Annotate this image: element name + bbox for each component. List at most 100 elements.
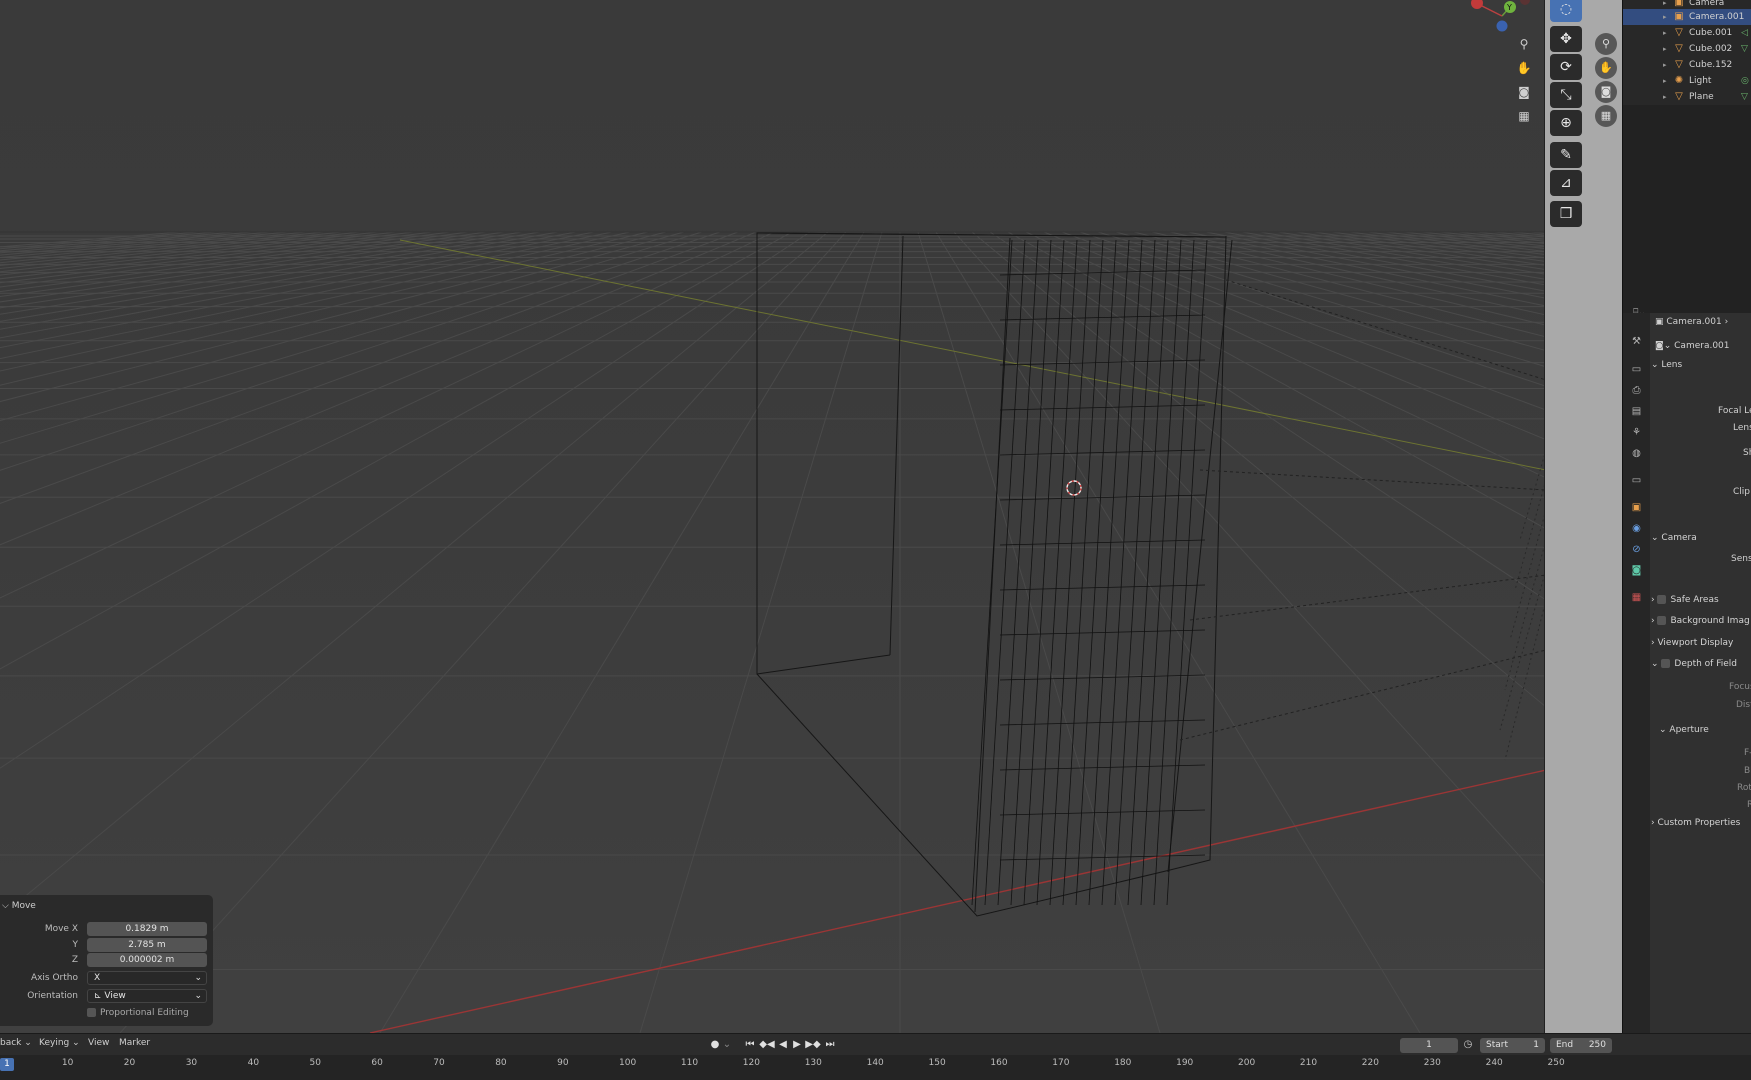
object-tab-icon[interactable]: ▣: [1628, 499, 1645, 516]
jump-start-icon[interactable]: ⏮: [743, 1038, 757, 1052]
chevron-down-icon[interactable]: ⌄: [722, 1038, 732, 1052]
record-icon[interactable]: ●: [708, 1038, 722, 1052]
transform-tool[interactable]: ⊕: [1550, 110, 1582, 136]
end-value: 250: [1588, 1040, 1606, 1050]
marker-menu[interactable]: Marker: [119, 1038, 150, 1048]
gizmo-z-axis[interactable]: [1496, 20, 1508, 32]
scene-tab-icon[interactable]: ⚘: [1628, 424, 1645, 441]
rotate-tool[interactable]: ⟳: [1550, 54, 1582, 80]
panel-camera[interactable]: ⌄ Camera: [1651, 528, 1751, 548]
perspective-grid-icon[interactable]: ▦: [1595, 105, 1617, 127]
frame-tick-label: 80: [495, 1058, 507, 1068]
panel-background-images-label: Background Imag: [1670, 616, 1750, 626]
view-layer-tab-icon[interactable]: ▤: [1628, 403, 1645, 420]
play-icon[interactable]: ▶: [791, 1038, 803, 1052]
move-z-field[interactable]: 0.000002 m: [87, 953, 207, 967]
playback-menu[interactable]: back ⌄: [0, 1038, 32, 1048]
collection-tab-icon[interactable]: ▭: [1628, 472, 1645, 489]
constraints-tab-icon[interactable]: ⊘: [1628, 541, 1645, 558]
expand-arrow-icon[interactable]: ▸: [1663, 41, 1667, 57]
current-frame-field[interactable]: 1: [1400, 1038, 1458, 1053]
stopwatch-icon[interactable]: ◷: [1461, 1038, 1475, 1052]
axis-ortho-label: Axis Ortho: [30, 973, 78, 983]
start-value: 1: [1533, 1040, 1539, 1050]
physics-tab-icon[interactable]: ◉: [1628, 520, 1645, 537]
move-x-field[interactable]: 0.1829 m: [87, 922, 207, 936]
move-tool[interactable]: ✥: [1550, 26, 1582, 52]
chevron-down-icon: ⌄: [1651, 659, 1662, 669]
play-reverse-icon[interactable]: ◀: [777, 1038, 789, 1052]
camera-view-icon[interactable]: ◙: [1513, 81, 1535, 103]
zoom-icon[interactable]: ⚲: [1513, 33, 1535, 55]
expand-arrow-icon[interactable]: ▸: [1663, 57, 1667, 73]
start-frame-field[interactable]: Start 1: [1480, 1038, 1545, 1053]
pan-hand-icon[interactable]: ✋: [1595, 57, 1617, 79]
light-object-icon: ✺: [1674, 75, 1684, 86]
frame-tick-label: 60: [371, 1058, 383, 1068]
view-menu[interactable]: View: [88, 1038, 109, 1048]
proportional-editing-toggle[interactable]: Proportional Editing: [87, 1008, 189, 1018]
camera-data-selector[interactable]: ◙⌄ Camera.001: [1655, 341, 1730, 351]
outliner-item[interactable]: ▸ ▽ Cube.001 ◁: [1623, 25, 1751, 41]
pan-hand-icon[interactable]: ✋: [1513, 57, 1535, 79]
expand-arrow-icon[interactable]: ▸: [1663, 89, 1667, 105]
next-keyframe-icon[interactable]: ▶◆: [805, 1038, 821, 1052]
current-frame-indicator[interactable]: 1: [0, 1058, 14, 1071]
panel-aperture[interactable]: ⌄ Aperture: [1659, 720, 1751, 740]
world-tab-icon[interactable]: ◍: [1628, 445, 1645, 462]
camera-view-icon[interactable]: ◙: [1595, 81, 1617, 103]
measure-tool[interactable]: ⊿: [1550, 170, 1582, 196]
frame-tick-label: 180: [1114, 1058, 1132, 1068]
panel-lens[interactable]: ⌄ Lens: [1651, 355, 1751, 375]
outliner-item[interactable]: ▸ ▽ Plane ▽: [1623, 89, 1751, 105]
axis-ortho-select[interactable]: X ⌄: [87, 971, 207, 985]
chevron-right-icon: ›: [1721, 317, 1729, 327]
scale-tool[interactable]: ⤡: [1550, 82, 1582, 108]
checkbox[interactable]: [1657, 616, 1667, 625]
end-frame-field[interactable]: End 250: [1550, 1038, 1612, 1053]
add-cube-tool[interactable]: ❒: [1550, 201, 1582, 227]
zoom-icon[interactable]: ⚲: [1595, 33, 1617, 55]
move-y-field[interactable]: 2.785 m: [87, 938, 207, 952]
checkbox[interactable]: [1657, 595, 1667, 604]
camera-data-name: Camera.001: [1674, 341, 1730, 351]
expand-arrow-icon[interactable]: ▸: [1663, 9, 1667, 25]
mesh-object-icon: ▽: [1675, 43, 1683, 54]
prev-keyframe-icon[interactable]: ◆◀: [759, 1038, 775, 1052]
adjust-last-operation-panel[interactable]: ⌵ Move Move X 0.1829 m Y 2.785 m Z 0.000…: [0, 895, 213, 1026]
panel-safe-areas[interactable]: › Safe Areas: [1651, 590, 1751, 610]
axis-ortho-value: X: [94, 973, 101, 983]
playback-menu-label: back: [0, 1038, 22, 1048]
jump-end-icon[interactable]: ⏭: [823, 1038, 837, 1052]
outliner-item[interactable]: ▸ ▽ Cube.152: [1623, 57, 1751, 73]
orientation-label: Orientation: [27, 991, 78, 1001]
keying-menu[interactable]: Keying ⌄: [39, 1038, 80, 1048]
select-cursor-tool[interactable]: ◌: [1550, 0, 1582, 22]
annotate-tool[interactable]: ✎: [1550, 142, 1582, 168]
camera-data-tab-icon[interactable]: ◙: [1628, 562, 1645, 579]
orientation-select[interactable]: ⊾ View ⌄: [87, 989, 207, 1003]
checkbox[interactable]: [87, 1008, 96, 1017]
expand-arrow-icon[interactable]: ▸: [1663, 73, 1667, 89]
object-breadcrumb[interactable]: ▣ Camera.001 ›: [1655, 317, 1728, 327]
panel-viewport-display[interactable]: › Viewport Display: [1651, 633, 1751, 653]
3d-viewport[interactable]: Y ⚲ ✋ ◙ ▦ ⌵ Move Move X 0.1829 m Y 2.785…: [0, 0, 1546, 1033]
output-tab-icon[interactable]: ⎙: [1628, 382, 1645, 399]
panel-custom-properties[interactable]: › Custom Properties: [1651, 813, 1751, 833]
perspective-grid-icon[interactable]: ▦: [1513, 105, 1535, 127]
end-label: End: [1556, 1040, 1574, 1050]
outliner-item[interactable]: ▸ ▽ Cube.002 ▽: [1623, 41, 1751, 57]
camera-object-icon: ▣: [1674, 11, 1684, 22]
timeline-ruler[interactable]: 1 10 20 30 40 50 60 70 80 90 100 110 120 130 140 150 16…: [0, 1055, 1751, 1080]
outliner-item-selected[interactable]: ▸ ▣ Camera.001: [1623, 9, 1751, 25]
panel-background-images[interactable]: › Background Imag: [1651, 611, 1751, 631]
panel-depth-of-field[interactable]: ⌄ Depth of Field: [1651, 654, 1751, 674]
checkbox[interactable]: [1661, 659, 1671, 668]
expand-arrow-icon[interactable]: ▸: [1663, 25, 1667, 41]
op-panel-header[interactable]: ⌵ Move: [2, 901, 36, 911]
texture-tab-icon[interactable]: ▦: [1628, 589, 1645, 606]
tool-tab-icon[interactable]: ⚒: [1628, 333, 1645, 350]
mesh-object-icon: ▽: [1675, 91, 1683, 102]
render-tab-icon[interactable]: ▭: [1628, 361, 1645, 378]
outliner-item[interactable]: ▸ ✺ Light ◎: [1623, 73, 1751, 89]
